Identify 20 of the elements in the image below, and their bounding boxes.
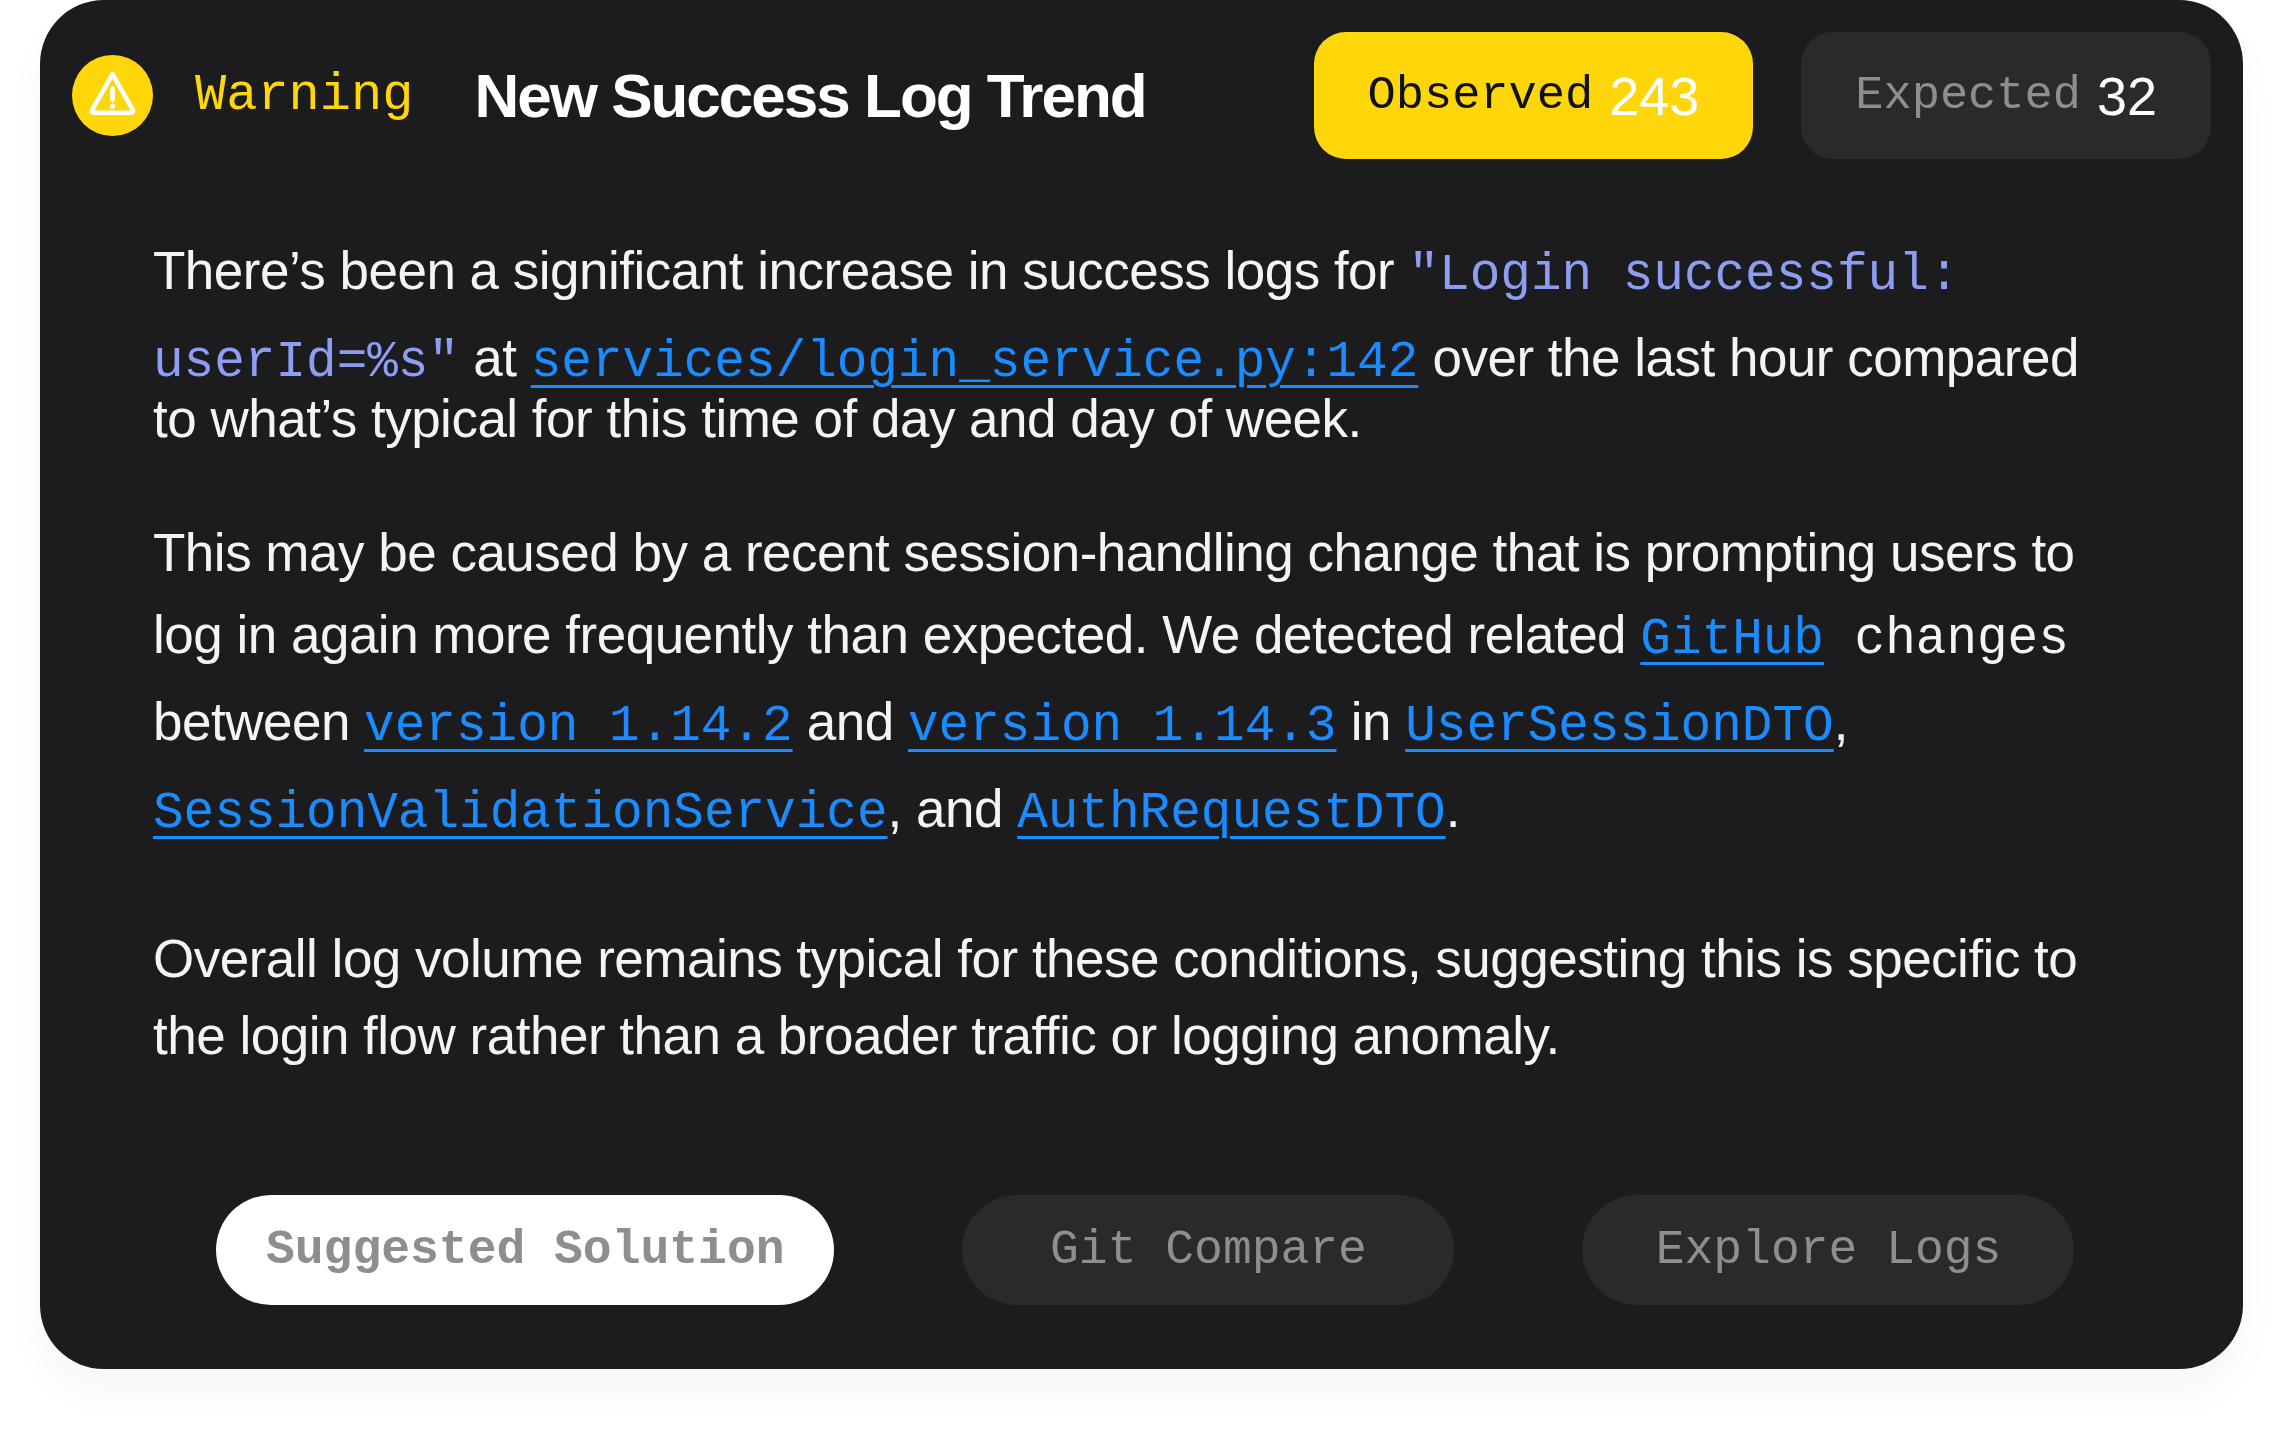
metric-label: Observed [1367, 69, 1594, 122]
code-link[interactable]: UserSessionDTO [1405, 699, 1834, 755]
code-link[interactable]: version 1.14.3 [908, 699, 1337, 755]
code-link[interactable]: services/login_service.py:142 [530, 335, 1419, 391]
action-button[interactable]: Suggested Solution [216, 1195, 835, 1305]
action-button[interactable]: Git Compare [962, 1195, 1455, 1305]
code-link[interactable]: AuthRequestDTO [1017, 786, 1446, 842]
metric-value: 243 [1609, 64, 1700, 127]
severity-label: Warning [195, 66, 414, 125]
description-text: There’s been a significant increase in success logs for "Login successful: userId=%s" at services/login_service.py:142 over the last hour compared to what’s typical for this time of day and day of week. [153, 243, 2080, 447]
warning-icon [72, 55, 153, 136]
code-link[interactable]: version 1.14.2 [364, 699, 793, 755]
description-text: Overall log volume remains typical for these conditions, suggesting this is specific to the login flow rather than a broader traffic or logging anomaly. [153, 928, 2079, 1067]
code-link[interactable]: SessionValidationService [153, 786, 888, 842]
action-button[interactable]: Explore Logs [1582, 1195, 2075, 1305]
description-text: This may be caused by a recent session-handling change that is prompting users to log in again more frequently than expected. We detected related GitHub changes between version 1.14.2 and version 1.14.3 in UserSessionDTO, SessionValidationService, and AuthRequestDTO. [153, 525, 2076, 842]
metric-label: Expected [1855, 69, 2081, 122]
alert-title: New Success Log Trend [474, 60, 1146, 131]
code-link[interactable]: GitHub [1640, 612, 1824, 668]
metric-value: 32 [2096, 64, 2157, 127]
